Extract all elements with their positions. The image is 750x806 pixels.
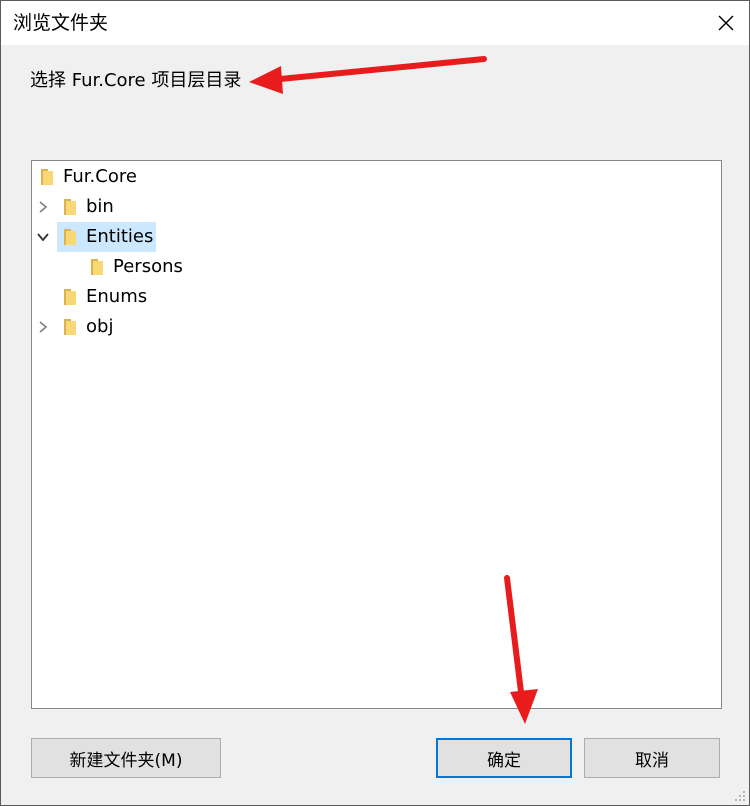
expand-chevron-icon[interactable] — [34, 312, 52, 342]
tree-item-label: Fur.Core — [63, 166, 137, 187]
window-title: 浏览文件夹 — [13, 12, 109, 34]
folder-tree[interactable]: Fur.Core bin Entities Persons Enums obj — [31, 160, 722, 709]
tree-item-obj[interactable]: obj — [57, 312, 116, 342]
folder-icon — [34, 162, 60, 192]
folder-icon — [57, 312, 83, 342]
close-icon — [718, 15, 734, 31]
expand-chevron-icon[interactable] — [34, 192, 52, 222]
folder-icon — [57, 192, 83, 222]
tree-item-label: Enums — [86, 286, 148, 307]
cancel-button[interactable]: 取消 — [584, 738, 720, 778]
tree-item-label: bin — [86, 196, 114, 217]
tree-item-label: Persons — [113, 256, 183, 277]
collapse-chevron-icon[interactable] — [34, 222, 52, 252]
tree-item-persons[interactable]: Persons — [84, 252, 186, 282]
folder-icon — [57, 282, 83, 312]
tree-item-label: Entities — [86, 226, 154, 247]
tree-item-bin[interactable]: bin — [57, 192, 117, 222]
selection-highlight: Entities — [57, 222, 157, 252]
instruction-text: 选择 Fur.Core 项目层目录 — [30, 70, 242, 91]
new-folder-button[interactable]: 新建文件夹(M) — [31, 738, 221, 778]
tree-item-enums[interactable]: Enums — [57, 282, 150, 312]
tree-item-entities[interactable]: Entities — [57, 222, 157, 252]
ok-button[interactable]: 确定 — [436, 738, 572, 778]
folder-icon — [84, 252, 110, 282]
folder-icon — [57, 222, 83, 252]
close-button[interactable] — [703, 1, 749, 45]
tree-item-label: obj — [86, 316, 114, 337]
tree-item-fur-core[interactable]: Fur.Core — [34, 162, 140, 192]
browse-folder-dialog: 浏览文件夹 选择 Fur.Core 项目层目录 Fur.Core bin Ent… — [0, 0, 750, 806]
resize-grip-icon[interactable] — [733, 789, 747, 803]
title-bar: 浏览文件夹 — [1, 1, 749, 45]
